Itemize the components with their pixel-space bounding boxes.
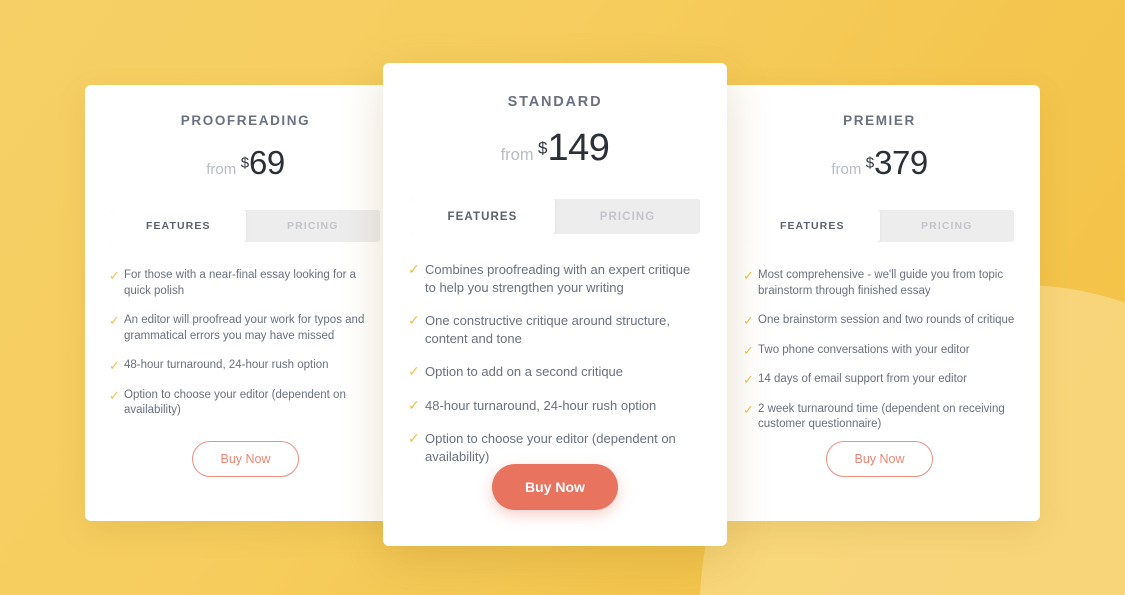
tab-features-premier[interactable]: FEATURES	[745, 210, 880, 242]
feature-list-premier: ✓ Most comprehensive - we'll guide you f…	[743, 268, 1016, 433]
feature-item: ✓ Option to choose your editor (dependen…	[408, 430, 702, 465]
feature-item: ✓ For those with a near-final essay look…	[109, 268, 382, 299]
pricing-card-proofreading[interactable]: PROOFREADING from $69 FEATURES PRICING ✓…	[85, 85, 406, 521]
buy-now-button-premier[interactable]: Buy Now	[826, 441, 933, 477]
feature-item: ✓ Most comprehensive - we'll guide you f…	[743, 268, 1016, 299]
price-currency-symbol: $	[865, 154, 875, 172]
cta-wrap-standard: Buy Now	[383, 464, 727, 510]
price-amount: 69	[249, 144, 285, 181]
tab-features-proofreading[interactable]: FEATURES	[111, 210, 246, 242]
price-amount: 379	[874, 144, 928, 181]
feature-item: ✓ An editor will proofread your work for…	[109, 313, 382, 344]
tab-pricing-standard[interactable]: PRICING	[555, 199, 700, 234]
plan-price-premier: from $379	[719, 144, 1040, 182]
feature-item: ✓ 48-hour turnaround, 24-hour rush optio…	[109, 358, 382, 374]
plan-title-premier: PREMIER	[843, 113, 916, 128]
feature-item: ✓ 2 week turnaround time (dependent on r…	[743, 402, 1016, 433]
tab-group-proofreading: FEATURES PRICING	[111, 210, 380, 242]
plan-title-proofreading: PROOFREADING	[180, 113, 311, 128]
price-currency-symbol: $	[538, 138, 548, 158]
check-icon: ✓	[109, 268, 120, 283]
feature-item: ✓ Two phone conversations with your edit…	[743, 343, 1016, 359]
feature-text: 48-hour turnaround, 24-hour rush option	[425, 397, 657, 413]
price-currency-symbol: $	[240, 154, 250, 172]
buy-now-button-standard[interactable]: Buy Now	[492, 464, 618, 510]
feature-text: Option to choose your editor (dependent …	[425, 431, 676, 464]
tab-group-standard: FEATURES PRICING	[410, 199, 700, 234]
feature-text: An editor will proofread your work for t…	[124, 314, 365, 342]
feature-text: One constructive critique around structu…	[425, 313, 670, 346]
feature-text: 2 week turnaround time (dependent on rec…	[758, 402, 1005, 431]
plan-price-proofreading: from $69	[85, 144, 406, 182]
check-icon: ✓	[109, 358, 120, 373]
tab-features-standard[interactable]: FEATURES	[410, 199, 555, 234]
feature-list-standard: ✓ Combines proofreading with an expert c…	[408, 261, 702, 465]
feature-item: ✓ One constructive critique around struc…	[408, 312, 702, 347]
pricing-card-premier[interactable]: PREMIER from $379 FEATURES PRICING ✓ Mos…	[719, 85, 1040, 521]
buy-now-button-proofreading[interactable]: Buy Now	[192, 441, 299, 477]
price-from-label: from	[500, 146, 534, 164]
feature-text: 14 days of email support from your edito…	[758, 373, 968, 385]
check-icon: ✓	[408, 396, 420, 413]
pricing-cards-container: PROOFREADING from $69 FEATURES PRICING ✓…	[0, 0, 1125, 595]
check-icon: ✓	[743, 342, 754, 358]
check-icon: ✓	[743, 313, 754, 328]
plan-title-standard: STANDARD	[507, 94, 603, 110]
feature-item: ✓ 48-hour turnaround, 24-hour rush optio…	[408, 397, 702, 415]
price-from-label: from	[831, 161, 862, 178]
check-icon: ✓	[408, 363, 420, 379]
check-icon: ✓	[408, 312, 420, 328]
tab-pricing-premier[interactable]: PRICING	[880, 210, 1015, 242]
check-icon: ✓	[109, 313, 120, 328]
tab-group-premier: FEATURES PRICING	[745, 210, 1014, 242]
pricing-card-standard[interactable]: STANDARD from $149 FEATURES PRICING ✓ Co…	[383, 63, 727, 546]
check-icon: ✓	[109, 387, 120, 403]
feature-text: One brainstorm session and two rounds of…	[758, 314, 1015, 326]
check-icon: ✓	[408, 261, 420, 277]
tab-pricing-proofreading[interactable]: PRICING	[246, 210, 381, 242]
feature-item: ✓ One brainstorm session and two rounds …	[743, 313, 1016, 329]
feature-text: Combines proofreading with an expert cri…	[425, 262, 691, 295]
feature-item: ✓ Option to add on a second critique	[408, 363, 702, 381]
check-icon: ✓	[408, 430, 420, 446]
feature-item: ✓ 14 days of email support from your edi…	[743, 372, 1016, 388]
feature-text: Most comprehensive - we'll guide you fro…	[758, 269, 1004, 297]
feature-text: 48-hour turnaround, 24-hour rush option	[124, 359, 329, 371]
cta-wrap-premier: Buy Now	[719, 441, 1040, 477]
feature-text: Option to choose your editor (dependent …	[124, 388, 346, 417]
feature-list-proofreading: ✓ For those with a near-final essay look…	[109, 268, 382, 419]
check-icon: ✓	[743, 401, 754, 417]
feature-text: Option to add on a second critique	[425, 364, 624, 379]
plan-price-standard: from $149	[383, 127, 727, 170]
feature-text: Two phone conversations with your editor	[758, 343, 970, 356]
feature-text: For those with a near-final essay lookin…	[124, 269, 357, 297]
price-from-label: from	[206, 161, 237, 178]
cta-wrap-proofreading: Buy Now	[85, 441, 406, 477]
check-icon: ✓	[743, 268, 754, 283]
feature-item: ✓ Combines proofreading with an expert c…	[408, 261, 702, 296]
check-icon: ✓	[743, 372, 754, 387]
price-amount: 149	[547, 127, 610, 169]
feature-item: ✓ Option to choose your editor (dependen…	[109, 388, 382, 419]
